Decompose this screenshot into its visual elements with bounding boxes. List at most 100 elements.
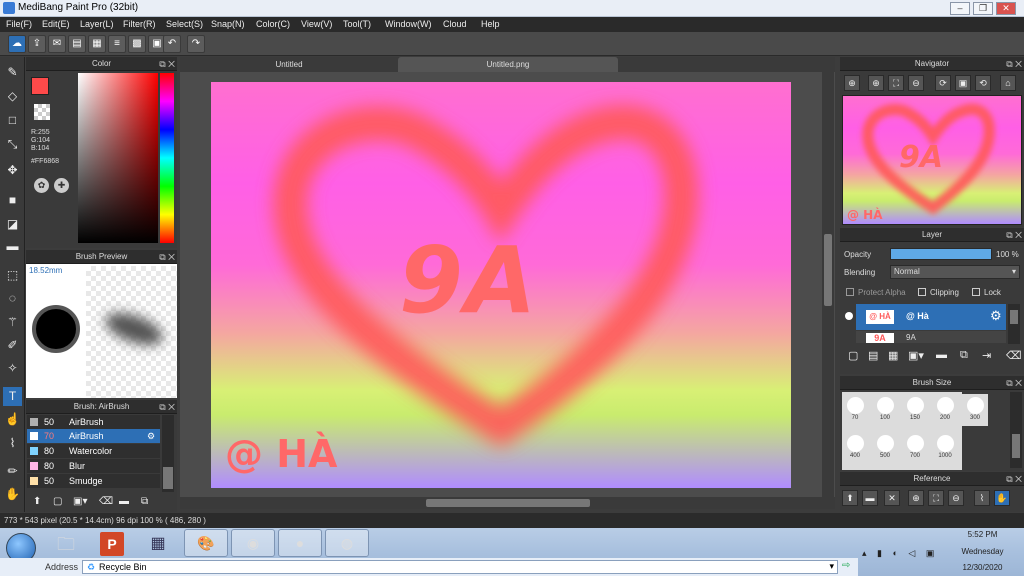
brush-tool-icon[interactable]: ✎ [3,63,22,82]
chrome-taskbar-icon[interactable]: ◉ [231,529,275,557]
duplicate-icon[interactable]: ⧉ [960,349,968,362]
trash-icon[interactable]: ⌫ [99,496,113,507]
system-tray-icons[interactable]: ▴ ▮ ◐ ◁ ▣ [862,548,952,560]
chat-icon[interactable]: ▤ [68,35,86,53]
reset-icon[interactable]: ▣ [955,75,971,91]
flip-icon[interactable]: ⟲ [975,75,991,91]
transparent-swatch[interactable] [34,104,50,120]
layer-row-selected[interactable]: @ HÀ @ Hà ⚙ [856,304,1006,330]
eyedropper-icon[interactable]: ⌇ [974,490,990,506]
fill-rect-icon[interactable]: ■ [3,191,22,210]
saturation-value-picker[interactable] [78,73,158,243]
brush-item[interactable]: 80 Blur [27,459,160,473]
select-eraser-icon[interactable]: ✧ [3,359,22,378]
pen-tool-icon[interactable]: ⤡ [3,135,22,154]
menu-view[interactable]: View(V) [301,19,332,29]
operation-tool-icon[interactable]: ☝ [3,410,22,429]
menu-color[interactable]: Color(C) [256,19,290,29]
fit-icon[interactable]: ⛶ [888,75,904,91]
brush-item[interactable]: 50 Smudge [27,474,160,488]
size-option[interactable]: 70 [842,394,868,426]
document-icon[interactable]: ▦ [88,35,106,53]
canvas-vertical-scrollbar[interactable] [822,72,834,497]
brush-item-selected[interactable]: 70 AirBrush ⚙ [27,429,160,443]
layer-row[interactable]: 9A 9A [856,331,1006,343]
new-brush-icon[interactable]: ▢ [53,496,62,507]
medibang-taskbar-icon[interactable]: ● [278,529,322,557]
lasso-icon[interactable]: ◌ [3,289,22,308]
trash-icon[interactable]: ⌫ [1006,349,1022,362]
close-button[interactable]: ✕ [996,2,1016,15]
calculator-icon[interactable]: ▦ [146,530,170,558]
chevron-down-icon[interactable]: ▾ [829,561,834,572]
gradient-tool-icon[interactable]: ▬ [3,237,22,256]
hue-slider[interactable] [160,73,174,243]
tab-untitled-png[interactable]: Untitled.png [398,57,618,72]
select-pen-icon[interactable]: ✐ [3,336,22,355]
brush-item[interactable]: 80 Watercolor [27,444,160,458]
gear-icon[interactable]: ⚙ [990,308,1002,324]
opacity-slider[interactable] [890,248,992,260]
close-icon[interactable]: ⧉ ✕ [1006,472,1022,486]
eyedropper-icon[interactable]: ⌇ [3,434,22,453]
fit-icon[interactable]: ⛶ [928,490,944,506]
layer-scrollbar[interactable] [1008,304,1020,344]
canvas-text-main[interactable]: 9A [399,227,538,334]
minimize-button[interactable]: – [950,2,970,15]
menu-filter[interactable]: Filter(R) [123,19,156,29]
brush-item[interactable]: 50 AirBrush [27,415,160,429]
size-option[interactable]: 100 [872,394,898,426]
menu-snap[interactable]: Snap(N) [211,19,245,29]
bucket-tool-icon[interactable]: ◪ [3,215,22,234]
lock-icon[interactable]: ⌂ [1000,75,1016,91]
menu-cloud[interactable]: Cloud [443,19,467,29]
menu-layer[interactable]: Layer(L) [80,19,114,29]
close-icon[interactable]: ⧉ ✕ [1006,228,1022,242]
move-tool-icon[interactable]: ✥ [3,161,22,180]
dot-tool-icon[interactable]: □ [3,111,22,130]
palette-icon[interactable]: ✿ [34,178,49,193]
redo-icon[interactable]: ↷ [187,35,205,53]
zoom-in-icon[interactable]: ⊕ [908,490,924,506]
size-option[interactable]: 1000 [932,432,958,464]
hand-icon[interactable]: ✋ [994,490,1010,506]
size-option[interactable]: 200 [932,394,958,426]
visibility-icon[interactable] [845,312,853,320]
primary-color-swatch[interactable] [31,77,49,95]
duplicate-icon[interactable]: ⧉ [141,496,148,507]
menu-help[interactable]: Help [481,19,500,29]
new-layer-icon[interactable]: ▢ [848,349,858,362]
size-option[interactable]: 500 [872,432,898,464]
zoom-icon[interactable]: ⊕ [844,75,860,91]
lock-checkbox[interactable] [972,288,980,296]
new-8bit-layer-icon[interactable]: ▦ [888,349,898,362]
eraser-tool-icon[interactable]: ◇ [3,87,22,106]
zoom-in-icon[interactable]: ⊕ [868,75,884,91]
navigator-thumbnail[interactable]: 9A @ HÀ [842,95,1022,225]
menu-select[interactable]: Select(S) [166,19,203,29]
menu-file[interactable]: File(F) [6,19,32,29]
close-icon[interactable]: ⧉ ✕ [159,400,175,414]
rotate-icon[interactable]: ⟳ [935,75,951,91]
menu-window[interactable]: Window(W) [385,19,432,29]
brush-size-scrollbar[interactable] [1010,392,1022,468]
size-option[interactable]: 300 [962,394,988,426]
zoom-out-icon[interactable]: ⊖ [908,75,924,91]
palette-add-icon[interactable]: ✚ [54,178,69,193]
scroll-thumb[interactable] [426,499,590,507]
share-icon[interactable]: ⇪ [28,35,46,53]
grid-icon[interactable]: ▩ [128,35,146,53]
select-rect-icon[interactable]: ⬚ [3,266,22,285]
add-brush-icon[interactable]: ▣▾ [73,496,87,507]
magic-wand-icon[interactable]: ⚚ [3,313,22,332]
close-reference-icon[interactable]: ✕ [884,490,900,506]
upload-icon[interactable]: ⬆ [33,496,41,507]
go-icon[interactable]: ⇨ [842,560,850,571]
tab-untitled[interactable]: Untitled [180,57,398,72]
zoom-out-icon[interactable]: ⊖ [948,490,964,506]
hand-tool-icon[interactable]: ✋ [3,485,22,504]
powerpoint-icon[interactable]: P [100,532,124,556]
cloud-icon[interactable]: ☁ [8,35,26,53]
clock-time[interactable]: 5:52 PM [955,530,1010,542]
gear-icon[interactable]: ⚙ [147,429,155,443]
